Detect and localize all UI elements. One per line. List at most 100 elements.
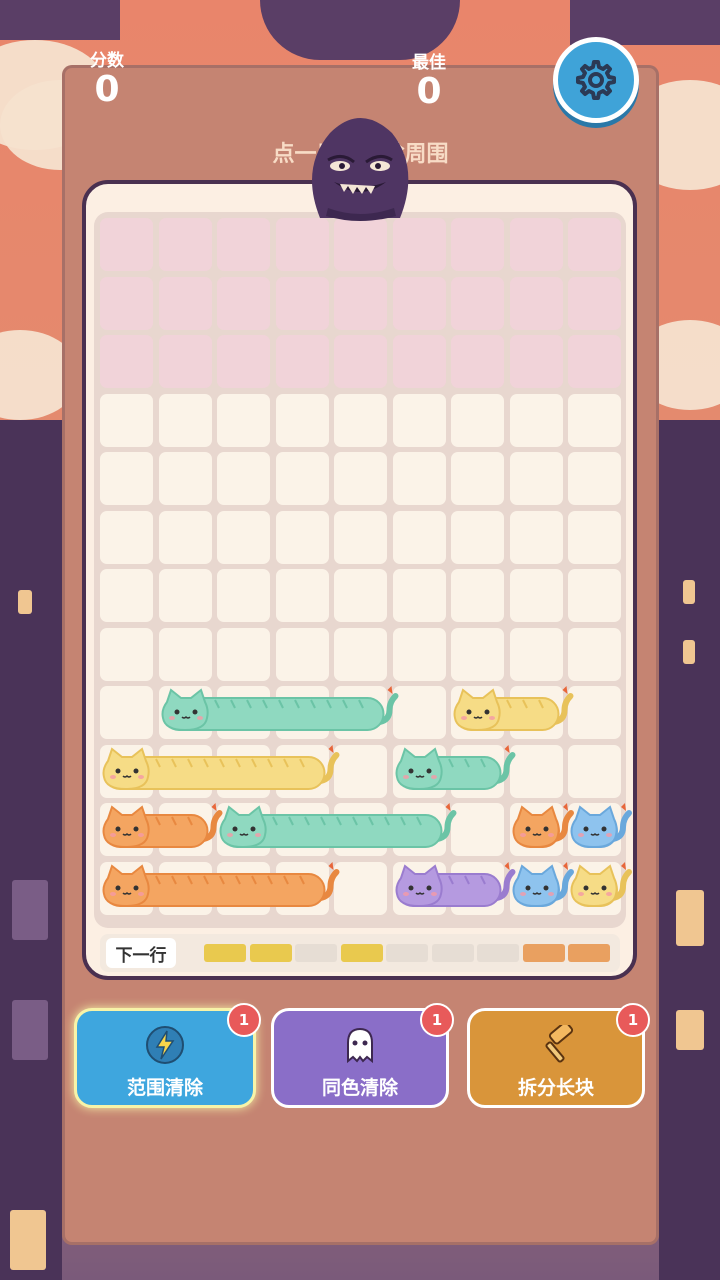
cat-block-orange[interactable] bbox=[102, 803, 224, 853]
grid-cell[interactable] bbox=[217, 510, 270, 564]
grid-cell[interactable] bbox=[100, 276, 153, 330]
grid-cell[interactable] bbox=[217, 393, 270, 447]
grid-cell[interactable] bbox=[568, 510, 621, 564]
grid-cell[interactable] bbox=[334, 276, 387, 330]
grid-cell[interactable] bbox=[451, 627, 504, 681]
grid-cell[interactable] bbox=[392, 218, 446, 271]
cat-block-yellow[interactable] bbox=[102, 744, 341, 795]
grid-cell[interactable] bbox=[334, 452, 387, 505]
grid-cell[interactable] bbox=[334, 510, 387, 564]
color-clear-button[interactable]: 同色清除 1 bbox=[271, 1003, 454, 1108]
grid-cell[interactable] bbox=[392, 510, 446, 564]
grid-cell[interactable] bbox=[568, 627, 621, 681]
grid-cell[interactable] bbox=[392, 627, 446, 681]
cat-block-mint[interactable] bbox=[219, 803, 458, 853]
grid-cell[interactable] bbox=[451, 803, 504, 856]
next-row-segment bbox=[204, 944, 246, 962]
grid-cell[interactable] bbox=[509, 335, 563, 388]
grid-cell[interactable] bbox=[334, 335, 387, 388]
grid-cell[interactable] bbox=[217, 627, 270, 681]
grid-cell[interactable] bbox=[217, 452, 270, 505]
grid-cell[interactable] bbox=[568, 335, 621, 388]
grid-cell[interactable] bbox=[392, 276, 446, 330]
grid-cell[interactable] bbox=[275, 218, 329, 271]
grid-cell[interactable] bbox=[158, 627, 212, 681]
range-clear-button[interactable]: 范围清除 1 bbox=[74, 1003, 261, 1108]
grid-cell[interactable] bbox=[158, 218, 212, 271]
grid-cell[interactable] bbox=[100, 218, 153, 271]
grid-cell[interactable] bbox=[334, 393, 387, 447]
grid-cell[interactable] bbox=[392, 393, 446, 447]
grid-cell[interactable] bbox=[100, 510, 153, 564]
grid-cell[interactable] bbox=[568, 276, 621, 330]
grid-cell[interactable] bbox=[509, 627, 563, 681]
grid-cell[interactable] bbox=[451, 510, 504, 564]
grid-cell[interactable] bbox=[275, 452, 329, 505]
grid-cell[interactable] bbox=[509, 218, 563, 271]
grid-cell[interactable] bbox=[451, 335, 504, 388]
grid-cell[interactable] bbox=[392, 452, 446, 505]
grid-cell[interactable] bbox=[275, 510, 329, 564]
grid-cell[interactable] bbox=[568, 686, 621, 739]
grid-cell[interactable] bbox=[275, 276, 329, 330]
cat-block-orange[interactable] bbox=[512, 803, 575, 853]
range-clear-label: 范围清除 bbox=[126, 1077, 203, 1099]
grid-cell[interactable] bbox=[158, 276, 212, 330]
grid-cell[interactable] bbox=[217, 218, 270, 271]
grid-cell[interactable] bbox=[392, 569, 446, 622]
grid-cell[interactable] bbox=[217, 335, 270, 388]
grid-cell[interactable] bbox=[334, 218, 387, 271]
settings-button[interactable] bbox=[553, 37, 639, 123]
grid-cell[interactable] bbox=[158, 569, 212, 622]
grid-cell[interactable] bbox=[451, 452, 504, 505]
grid-cell[interactable] bbox=[275, 627, 329, 681]
grid-cell[interactable] bbox=[158, 510, 212, 564]
split-block-button[interactable]: 拆分长块 1 bbox=[467, 1003, 650, 1108]
grid-cell[interactable] bbox=[275, 393, 329, 447]
grid-cell[interactable] bbox=[158, 393, 212, 447]
next-row-segment bbox=[249, 944, 292, 962]
grid-cell[interactable] bbox=[334, 744, 387, 798]
grid-cell[interactable] bbox=[100, 393, 153, 447]
grid-cell[interactable] bbox=[568, 393, 621, 447]
cat-block-purple[interactable] bbox=[395, 861, 517, 912]
grid-cell[interactable] bbox=[217, 276, 270, 330]
grid-cell[interactable] bbox=[275, 335, 329, 388]
cat-block-blue[interactable] bbox=[512, 861, 575, 912]
game-board[interactable] bbox=[94, 212, 632, 928]
grid-cell[interactable] bbox=[100, 452, 153, 505]
grid-cell[interactable] bbox=[100, 686, 153, 739]
grid-cell[interactable] bbox=[568, 452, 621, 505]
grid-cell[interactable] bbox=[568, 569, 621, 622]
grid-cell[interactable] bbox=[451, 569, 504, 622]
cat-block-yellow[interactable] bbox=[570, 861, 633, 912]
grid-cell[interactable] bbox=[334, 861, 387, 915]
grid-cell[interactable] bbox=[509, 744, 563, 798]
grid-cell[interactable] bbox=[451, 393, 504, 447]
cat-block-blue[interactable] bbox=[570, 803, 633, 853]
grid-cell[interactable] bbox=[392, 686, 446, 739]
grid-cell[interactable] bbox=[100, 569, 153, 622]
cat-block-yellow[interactable] bbox=[453, 686, 575, 736]
grid-cell[interactable] bbox=[509, 393, 563, 447]
grid-cell[interactable] bbox=[100, 627, 153, 681]
grid-cell[interactable] bbox=[568, 744, 621, 798]
grid-cell[interactable] bbox=[509, 276, 563, 330]
grid-cell[interactable] bbox=[158, 452, 212, 505]
grid-cell[interactable] bbox=[451, 276, 504, 330]
grid-cell[interactable] bbox=[509, 452, 563, 505]
grid-cell[interactable] bbox=[217, 569, 270, 622]
grid-cell[interactable] bbox=[334, 627, 387, 681]
cat-block-mint[interactable] bbox=[395, 744, 517, 795]
grid-cell[interactable] bbox=[392, 335, 446, 388]
grid-cell[interactable] bbox=[509, 569, 563, 622]
grid-cell[interactable] bbox=[451, 218, 504, 271]
grid-cell[interactable] bbox=[568, 218, 621, 271]
cat-block-mint[interactable] bbox=[161, 686, 400, 736]
grid-cell[interactable] bbox=[509, 510, 563, 564]
grid-cell[interactable] bbox=[334, 569, 387, 622]
grid-cell[interactable] bbox=[100, 335, 153, 388]
cat-block-orange[interactable] bbox=[102, 861, 341, 912]
grid-cell[interactable] bbox=[275, 569, 329, 622]
grid-cell[interactable] bbox=[158, 335, 212, 388]
